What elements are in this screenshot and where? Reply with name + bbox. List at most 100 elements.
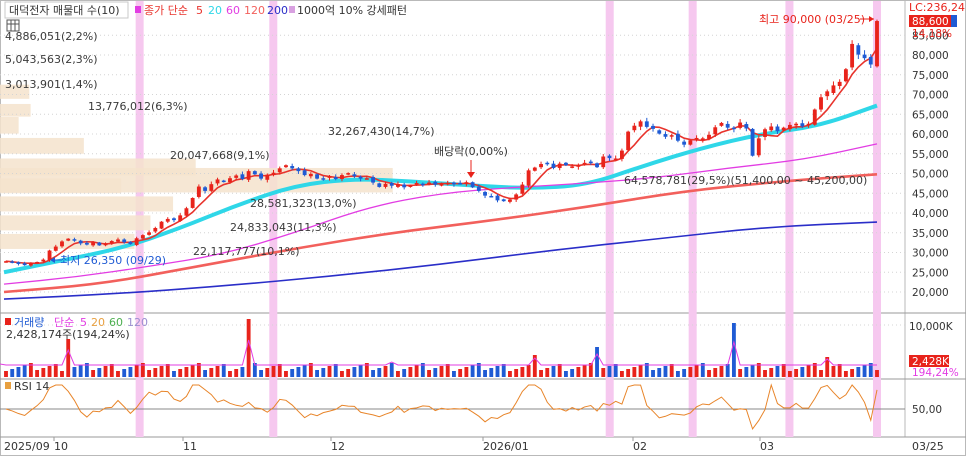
volume-bar	[439, 366, 444, 377]
volume-bar	[221, 364, 226, 377]
candle	[862, 54, 867, 59]
candle	[252, 171, 257, 175]
volume-bar	[302, 365, 307, 377]
volume-bar	[744, 367, 749, 377]
volume-bar	[787, 371, 792, 377]
volume-bar	[657, 368, 662, 377]
candle	[364, 178, 369, 180]
candle	[719, 122, 724, 126]
volume-profile-label: 64,578,781(29,5%)(51,400,00 ~ 45,200,00)	[624, 174, 867, 187]
candle	[265, 174, 270, 180]
price-tick-label: 70,000	[912, 90, 949, 102]
volume-bar	[290, 369, 295, 377]
date-label-2026-01: 2026/01	[483, 440, 529, 453]
volume-bar	[514, 369, 519, 377]
volume-profile-label: 3,013,901(1,4%)	[5, 78, 98, 91]
candle	[501, 199, 506, 202]
candle	[781, 127, 786, 131]
volume-bar	[296, 367, 301, 377]
candle	[707, 134, 711, 139]
candle	[570, 166, 575, 168]
candle	[843, 69, 848, 82]
candle	[483, 191, 487, 196]
price-tick-label: 30,000	[912, 248, 949, 260]
candle	[302, 170, 307, 176]
candle	[663, 134, 668, 137]
volume-bar	[794, 369, 799, 377]
price-tick-label: 20,000	[912, 287, 949, 299]
volume-bar	[713, 368, 718, 377]
volume-bar	[458, 369, 463, 377]
candle	[103, 243, 108, 246]
candle	[327, 176, 332, 178]
volume-profile-label: 24,833,043(11,3%)	[230, 221, 337, 234]
dividend-annotation: 배당락(0,00%)	[434, 145, 508, 158]
volume-bar	[831, 366, 836, 377]
volume-bar	[22, 365, 27, 377]
volume-profile-label: 4,886,051(2,2%)	[5, 30, 98, 43]
price-tick-label: 60,000	[912, 129, 949, 141]
date-label-12: 12	[331, 440, 345, 453]
price-tick-label: 35,000	[912, 228, 949, 240]
candle	[66, 238, 71, 241]
rsi-tick: 50,00	[912, 404, 942, 416]
candle	[769, 126, 774, 131]
volume-bar	[41, 368, 46, 377]
volume-bar	[284, 371, 288, 377]
candle	[464, 182, 469, 185]
price-right-marker	[951, 15, 957, 27]
candle	[414, 182, 419, 185]
volume-bar	[576, 367, 581, 377]
volume-bar	[128, 367, 133, 377]
candle	[638, 121, 643, 127]
volume-profile-bar	[0, 117, 19, 134]
candle	[825, 91, 830, 97]
candle	[91, 242, 96, 246]
candle	[875, 21, 879, 67]
candle	[806, 123, 811, 126]
volume-bar	[781, 364, 786, 377]
candle	[626, 131, 631, 151]
volume-bar	[327, 366, 332, 377]
volume-bar	[122, 369, 127, 377]
volume-bar	[414, 365, 419, 377]
candle	[551, 163, 556, 168]
volume-bar	[837, 364, 842, 377]
candle	[545, 162, 550, 165]
volume-bar	[396, 371, 400, 377]
candle	[259, 173, 264, 179]
volume-bar	[539, 370, 543, 377]
volume-bar	[165, 364, 170, 377]
stock-chart: 4,886,051(2,2%) 5,043,563(2,3%) 3,013,901(…	[0, 0, 966, 456]
volume-bar	[719, 366, 724, 377]
volume-bar	[321, 368, 326, 377]
candle	[10, 261, 15, 263]
volume-bar	[501, 364, 506, 377]
candle	[284, 165, 288, 168]
ma-legend-20: 20	[208, 4, 222, 17]
candle	[290, 166, 295, 169]
volume-bar	[651, 370, 655, 377]
volume-bar	[246, 319, 251, 377]
volume-bar	[103, 366, 108, 377]
volume-bar	[97, 368, 102, 377]
ma-legend-60: 60	[226, 4, 240, 17]
volume-bar	[688, 367, 693, 377]
candle	[439, 183, 444, 186]
candle	[433, 181, 438, 185]
volume-bar	[800, 367, 805, 377]
volume-bar	[159, 366, 164, 377]
candle	[539, 164, 543, 168]
volume-bar	[10, 369, 15, 377]
volume-bar	[682, 369, 687, 377]
candle	[532, 167, 537, 171]
volume-bar	[172, 371, 176, 377]
volume-bar	[209, 368, 214, 377]
volume-bar	[452, 371, 456, 377]
table-icon[interactable]	[6, 19, 20, 32]
candle	[78, 240, 83, 244]
candle	[333, 177, 338, 180]
candle	[153, 228, 158, 232]
volume-bar	[265, 368, 270, 377]
volume-bar	[763, 370, 767, 377]
